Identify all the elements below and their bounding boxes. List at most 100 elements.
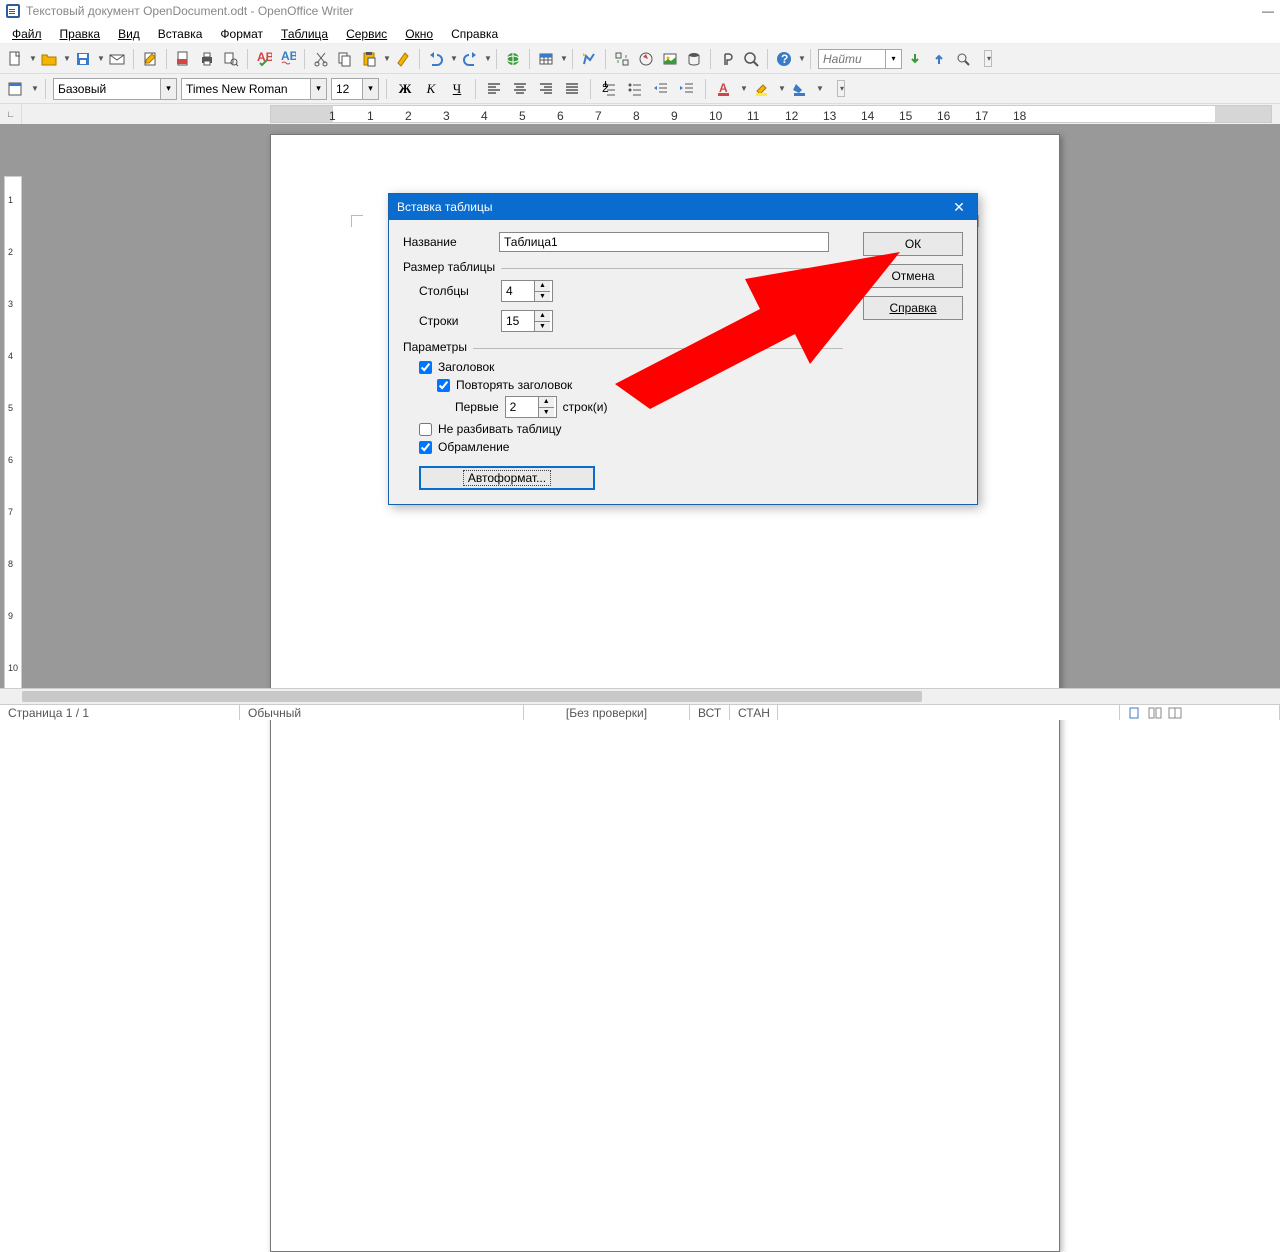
find-all-button[interactable] <box>952 48 974 70</box>
hyperlink-button[interactable] <box>502 48 524 70</box>
show-draw-button[interactable] <box>578 48 600 70</box>
menu-edit[interactable]: Правка <box>52 25 109 43</box>
font-name-caret[interactable]: ▾ <box>310 79 326 99</box>
email-button[interactable] <box>106 48 128 70</box>
columns-spinner[interactable]: ▲▼ <box>501 280 553 302</box>
align-left-button[interactable] <box>483 78 505 100</box>
autoformat-button[interactable]: Автоформат... <box>419 466 595 490</box>
menu-insert[interactable]: Вставка <box>150 25 211 43</box>
find-replace-button[interactable] <box>611 48 633 70</box>
zoom-button[interactable] <box>740 48 762 70</box>
paragraph-style-caret[interactable]: ▾ <box>160 79 176 99</box>
help-dropdown[interactable]: ▼ <box>797 54 805 63</box>
repeat-header-label[interactable]: Повторять заголовок <box>456 378 572 392</box>
cancel-button[interactable]: Отмена <box>863 264 963 288</box>
help-button[interactable]: ? <box>773 48 795 70</box>
numbered-list-button[interactable]: 12 <box>598 78 620 100</box>
font-size-input[interactable] <box>332 82 362 96</box>
first-rows-input[interactable] <box>506 397 538 417</box>
print-button[interactable] <box>196 48 218 70</box>
format-paintbrush-button[interactable] <box>392 48 414 70</box>
styles-window-button[interactable] <box>4 78 26 100</box>
datasources-button[interactable] <box>683 48 705 70</box>
open-dropdown[interactable]: ▼ <box>62 54 70 63</box>
paragraph-style-combo[interactable]: ▾ <box>53 78 177 100</box>
redo-dropdown[interactable]: ▼ <box>483 54 491 63</box>
view-book-icon[interactable] <box>1168 707 1182 719</box>
rows-spinner[interactable]: ▲▼ <box>501 310 553 332</box>
status-language[interactable]: [Без проверки] <box>524 705 690 720</box>
menu-help[interactable]: Справка <box>443 25 506 43</box>
autospell-button[interactable]: ABC <box>277 48 299 70</box>
repeat-header-checkbox[interactable] <box>437 379 450 392</box>
bgcolor-button[interactable] <box>789 78 811 100</box>
decrease-indent-button[interactable] <box>650 78 672 100</box>
open-button[interactable] <box>38 48 60 70</box>
rows-up[interactable]: ▲ <box>535 311 550 322</box>
menu-file[interactable]: Файл <box>4 25 50 43</box>
bold-button[interactable]: Ж <box>394 78 416 100</box>
highlight-dropdown[interactable]: ▼ <box>777 84 785 93</box>
toolbar-overflow[interactable]: ▾ <box>984 50 992 67</box>
menu-format[interactable]: Формат <box>212 25 271 43</box>
horizontal-scrollbar[interactable] <box>0 688 1280 704</box>
status-view-buttons[interactable] <box>1120 705 1280 720</box>
menu-window[interactable]: Окно <box>397 25 441 43</box>
minimize-button[interactable]: — <box>1262 5 1274 17</box>
font-size-caret[interactable]: ▾ <box>362 79 378 99</box>
rows-input[interactable] <box>502 311 534 331</box>
new-doc-dropdown[interactable]: ▼ <box>28 54 36 63</box>
save-dropdown[interactable]: ▼ <box>96 54 104 63</box>
paragraph-style-input[interactable] <box>54 82 160 96</box>
font-size-combo[interactable]: ▾ <box>331 78 379 100</box>
edit-doc-button[interactable] <box>139 48 161 70</box>
new-doc-button[interactable] <box>4 48 26 70</box>
view-multi-icon[interactable] <box>1148 707 1162 719</box>
navigator-button[interactable] <box>635 48 657 70</box>
font-name-combo[interactable]: ▾ <box>181 78 327 100</box>
rows-down[interactable]: ▼ <box>535 322 550 332</box>
first-rows-spinner[interactable]: ▲▼ <box>505 396 557 418</box>
align-right-button[interactable] <box>535 78 557 100</box>
menu-view[interactable]: Вид <box>110 25 148 43</box>
table-button[interactable] <box>535 48 557 70</box>
save-button[interactable] <box>72 48 94 70</box>
fmtbar-overflow[interactable]: ▾ <box>837 80 845 97</box>
first-rows-down[interactable]: ▼ <box>539 408 554 418</box>
align-justify-button[interactable] <box>561 78 583 100</box>
nosplit-label[interactable]: Не разбивать таблицу <box>438 422 562 436</box>
columns-down[interactable]: ▼ <box>535 292 550 302</box>
print-preview-button[interactable] <box>220 48 242 70</box>
gallery-button[interactable] <box>659 48 681 70</box>
menu-table[interactable]: Таблица <box>273 25 336 43</box>
table-name-input[interactable] <box>499 232 829 252</box>
font-name-input[interactable] <box>182 82 310 96</box>
nonprinting-button[interactable] <box>716 48 738 70</box>
dialog-close-button[interactable]: ✕ <box>949 197 969 217</box>
status-selection-mode[interactable]: СТАН <box>730 705 778 720</box>
table-dropdown[interactable]: ▼ <box>559 54 567 63</box>
styles-apply-dropdown[interactable]: ▼ <box>30 84 38 93</box>
columns-input[interactable] <box>502 281 534 301</box>
help-button[interactable]: Справка <box>863 296 963 320</box>
find-toolbar-box[interactable]: ▾ <box>818 49 902 69</box>
status-insert-mode[interactable]: ВСТ <box>690 705 730 720</box>
header-checkbox[interactable] <box>419 361 432 374</box>
nosplit-checkbox[interactable] <box>419 423 432 436</box>
horizontal-ruler[interactable]: 1123456789101112131415161718 <box>270 105 1272 123</box>
italic-button[interactable]: К <box>420 78 442 100</box>
header-checkbox-label[interactable]: Заголовок <box>438 360 494 374</box>
view-single-icon[interactable] <box>1128 707 1142 719</box>
underline-button[interactable]: Ч <box>446 78 468 100</box>
undo-button[interactable] <box>425 48 447 70</box>
find-next-down-button[interactable] <box>904 48 926 70</box>
border-checkbox[interactable] <box>419 441 432 454</box>
font-color-button[interactable]: A <box>713 78 735 100</box>
font-color-dropdown[interactable]: ▼ <box>739 84 747 93</box>
spellcheck-button[interactable]: ABC <box>253 48 275 70</box>
align-center-button[interactable] <box>509 78 531 100</box>
dialog-titlebar[interactable]: Вставка таблицы ✕ <box>389 194 977 220</box>
paste-button[interactable] <box>358 48 380 70</box>
highlight-button[interactable] <box>751 78 773 100</box>
vertical-ruler[interactable]: 12345678910 <box>4 176 22 694</box>
